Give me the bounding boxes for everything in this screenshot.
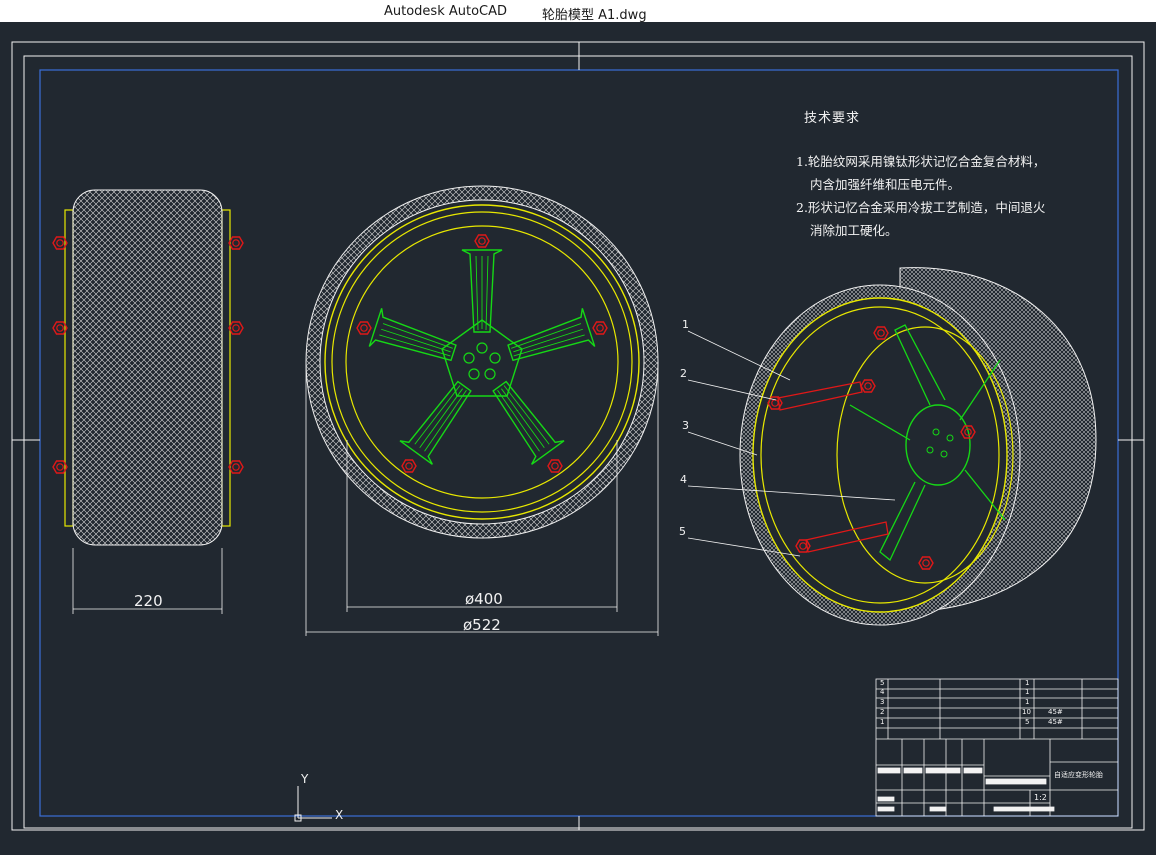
ucs-y-label: Y — [301, 772, 309, 786]
tech-req-line: 1.轮胎纹网采用镍钛形状记忆合金复合材料， — [796, 154, 1046, 169]
bom-row-qty: 10 — [1022, 708, 1031, 716]
part-callout-4: 4 — [680, 473, 687, 486]
bom-row-no: 2 — [880, 708, 885, 716]
bolt-icon — [547, 459, 563, 473]
bolt-icon — [592, 321, 608, 335]
bom-row-qty: 1 — [1025, 698, 1030, 706]
dim-width-label: 220 — [134, 592, 163, 610]
bom-row-qty: 1 — [1025, 688, 1030, 696]
part-callout-5: 5 — [679, 525, 686, 538]
bom-row-material: 45# — [1048, 718, 1063, 726]
title-block[interactable] — [875, 678, 1119, 817]
tire-isometric-view[interactable] — [687, 267, 1097, 626]
ucs-x-label: X — [335, 808, 344, 822]
tech-req-line: 消除加工硬化。 — [810, 223, 898, 238]
tire-tread-side — [72, 189, 223, 546]
bom-row-qty: 5 — [1025, 718, 1030, 726]
rim-outer — [324, 204, 640, 520]
bolt-icon — [401, 459, 417, 473]
dim-tire-label: ø522 — [463, 616, 501, 634]
tech-req-line: 2.形状记忆合金采用冷拔工艺制造，中间退火 — [796, 200, 1046, 215]
bolt-icon — [228, 321, 244, 335]
part-callout-3: 3 — [682, 419, 689, 432]
drawing-scale: 1:2 — [1034, 793, 1047, 802]
tire-side-view[interactable] — [52, 189, 244, 614]
document-title: 轮胎模型 A1.dwg — [542, 8, 647, 23]
dim-rim-label: ø400 — [465, 590, 503, 608]
tire-tread-front — [306, 186, 659, 538]
rim-flange-right — [221, 209, 231, 527]
tire-front-view[interactable] — [305, 185, 659, 636]
bom-row-no: 3 — [880, 698, 885, 706]
title-bar: Autodesk AutoCAD 轮胎模型 A1.dwg — [0, 0, 1156, 23]
bolt-icon — [228, 460, 244, 474]
drawing-canvas[interactable]: 技术要求 1.轮胎纹网采用镍钛形状记忆合金复合材料， 内含加强纤维和压电元件。 … — [0, 22, 1156, 855]
tire-inner-circle — [319, 199, 645, 525]
app-title: Autodesk AutoCAD — [384, 4, 508, 19]
part-callout-2: 2 — [680, 367, 687, 380]
drawing-name: 自适应变形轮胎 — [1054, 771, 1103, 779]
drawing-svg[interactable] — [0, 22, 1156, 855]
bolt-icon — [474, 234, 490, 248]
tech-req-title: 技术要求 — [804, 111, 861, 126]
bom-row-no: 1 — [880, 718, 885, 726]
bom-row-no: 5 — [880, 679, 885, 687]
bom-row-qty: 1 — [1025, 679, 1030, 687]
bom-row-material: 45# — [1048, 708, 1063, 716]
bolt-icon — [228, 236, 244, 250]
tech-req-line: 内含加强纤维和压电元件。 — [810, 177, 961, 192]
part-callout-1: 1 — [682, 318, 689, 331]
bom-row-no: 4 — [880, 688, 885, 696]
rim-flange-left — [64, 209, 74, 527]
wheel-spokes — [368, 249, 596, 466]
bolt-icon — [356, 321, 372, 335]
